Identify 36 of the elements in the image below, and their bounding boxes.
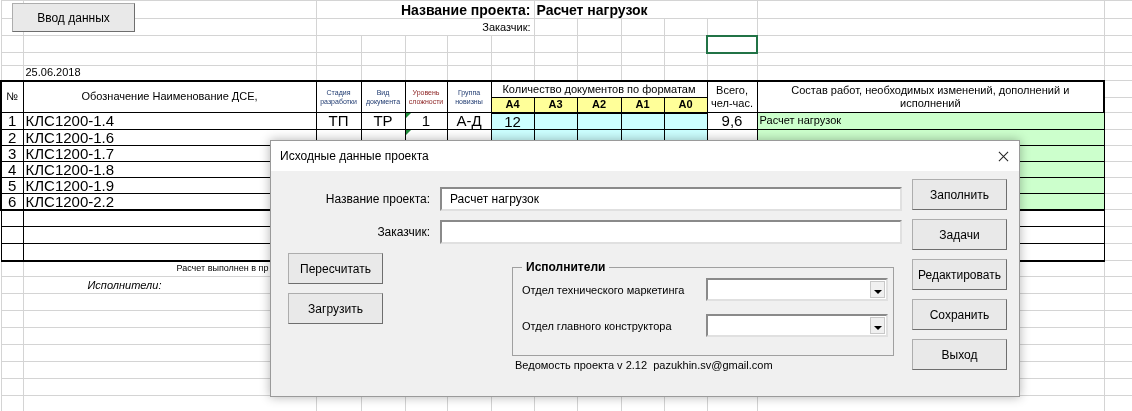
table-cell: 1 <box>405 112 447 129</box>
table-cell: 6 <box>1 193 23 210</box>
dialog-button[interactable]: Загрузить <box>288 293 383 324</box>
table-cell: 9,6 <box>707 112 758 129</box>
table-cell: 1 <box>1 112 23 129</box>
table-cell: 5 <box>1 177 23 193</box>
table-cell: 4 <box>1 161 23 177</box>
input-field[interactable] <box>440 220 902 244</box>
combo-label: Отдел технического маркетинга <box>522 283 685 296</box>
dropdown-field[interactable] <box>706 314 888 337</box>
table-cell: ТП <box>316 112 361 129</box>
table-cell: 3 <box>1 145 23 161</box>
table-cell: ТР <box>361 112 405 129</box>
table-cell: КЛС1200-1.4 <box>23 112 316 129</box>
project-label: Название проекта: <box>316 0 534 19</box>
field-label: Название проекта: <box>324 192 430 206</box>
date-cell: 25.06.2018 <box>23 65 316 81</box>
dialog-button[interactable]: Выход <box>912 339 1007 370</box>
project-name: Расчет нагрузок <box>534 0 758 19</box>
dialog-button[interactable]: Редактировать <box>912 259 1007 290</box>
table-cell: 2 <box>1 129 23 145</box>
dropdown-field[interactable] <box>706 278 888 301</box>
dialog-button[interactable]: Сохранить <box>912 299 1007 330</box>
customer-label: Заказчик: <box>316 18 534 36</box>
dialog-button[interactable]: Пересчитать <box>288 253 383 284</box>
data-entry-button[interactable]: Ввод данных <box>12 3 135 32</box>
combo-label: Отдел главного конструктора <box>522 319 672 332</box>
header-cell: Обозначение Наименование ДСЕ, <box>23 80 316 113</box>
close-icon[interactable] <box>998 150 1009 162</box>
group-title: Исполнители <box>525 260 607 274</box>
input-field[interactable]: Расчет нагрузок <box>440 187 902 211</box>
dialog-button[interactable]: Задачи <box>912 219 1007 250</box>
field-label: Заказчик: <box>376 225 430 239</box>
header-cell: № <box>1 80 23 113</box>
version-text: Ведомость проекта v 2.12 pazukhin.sv@gmail.com <box>514 359 774 371</box>
dialog-button[interactable]: Заполнить <box>912 179 1007 210</box>
